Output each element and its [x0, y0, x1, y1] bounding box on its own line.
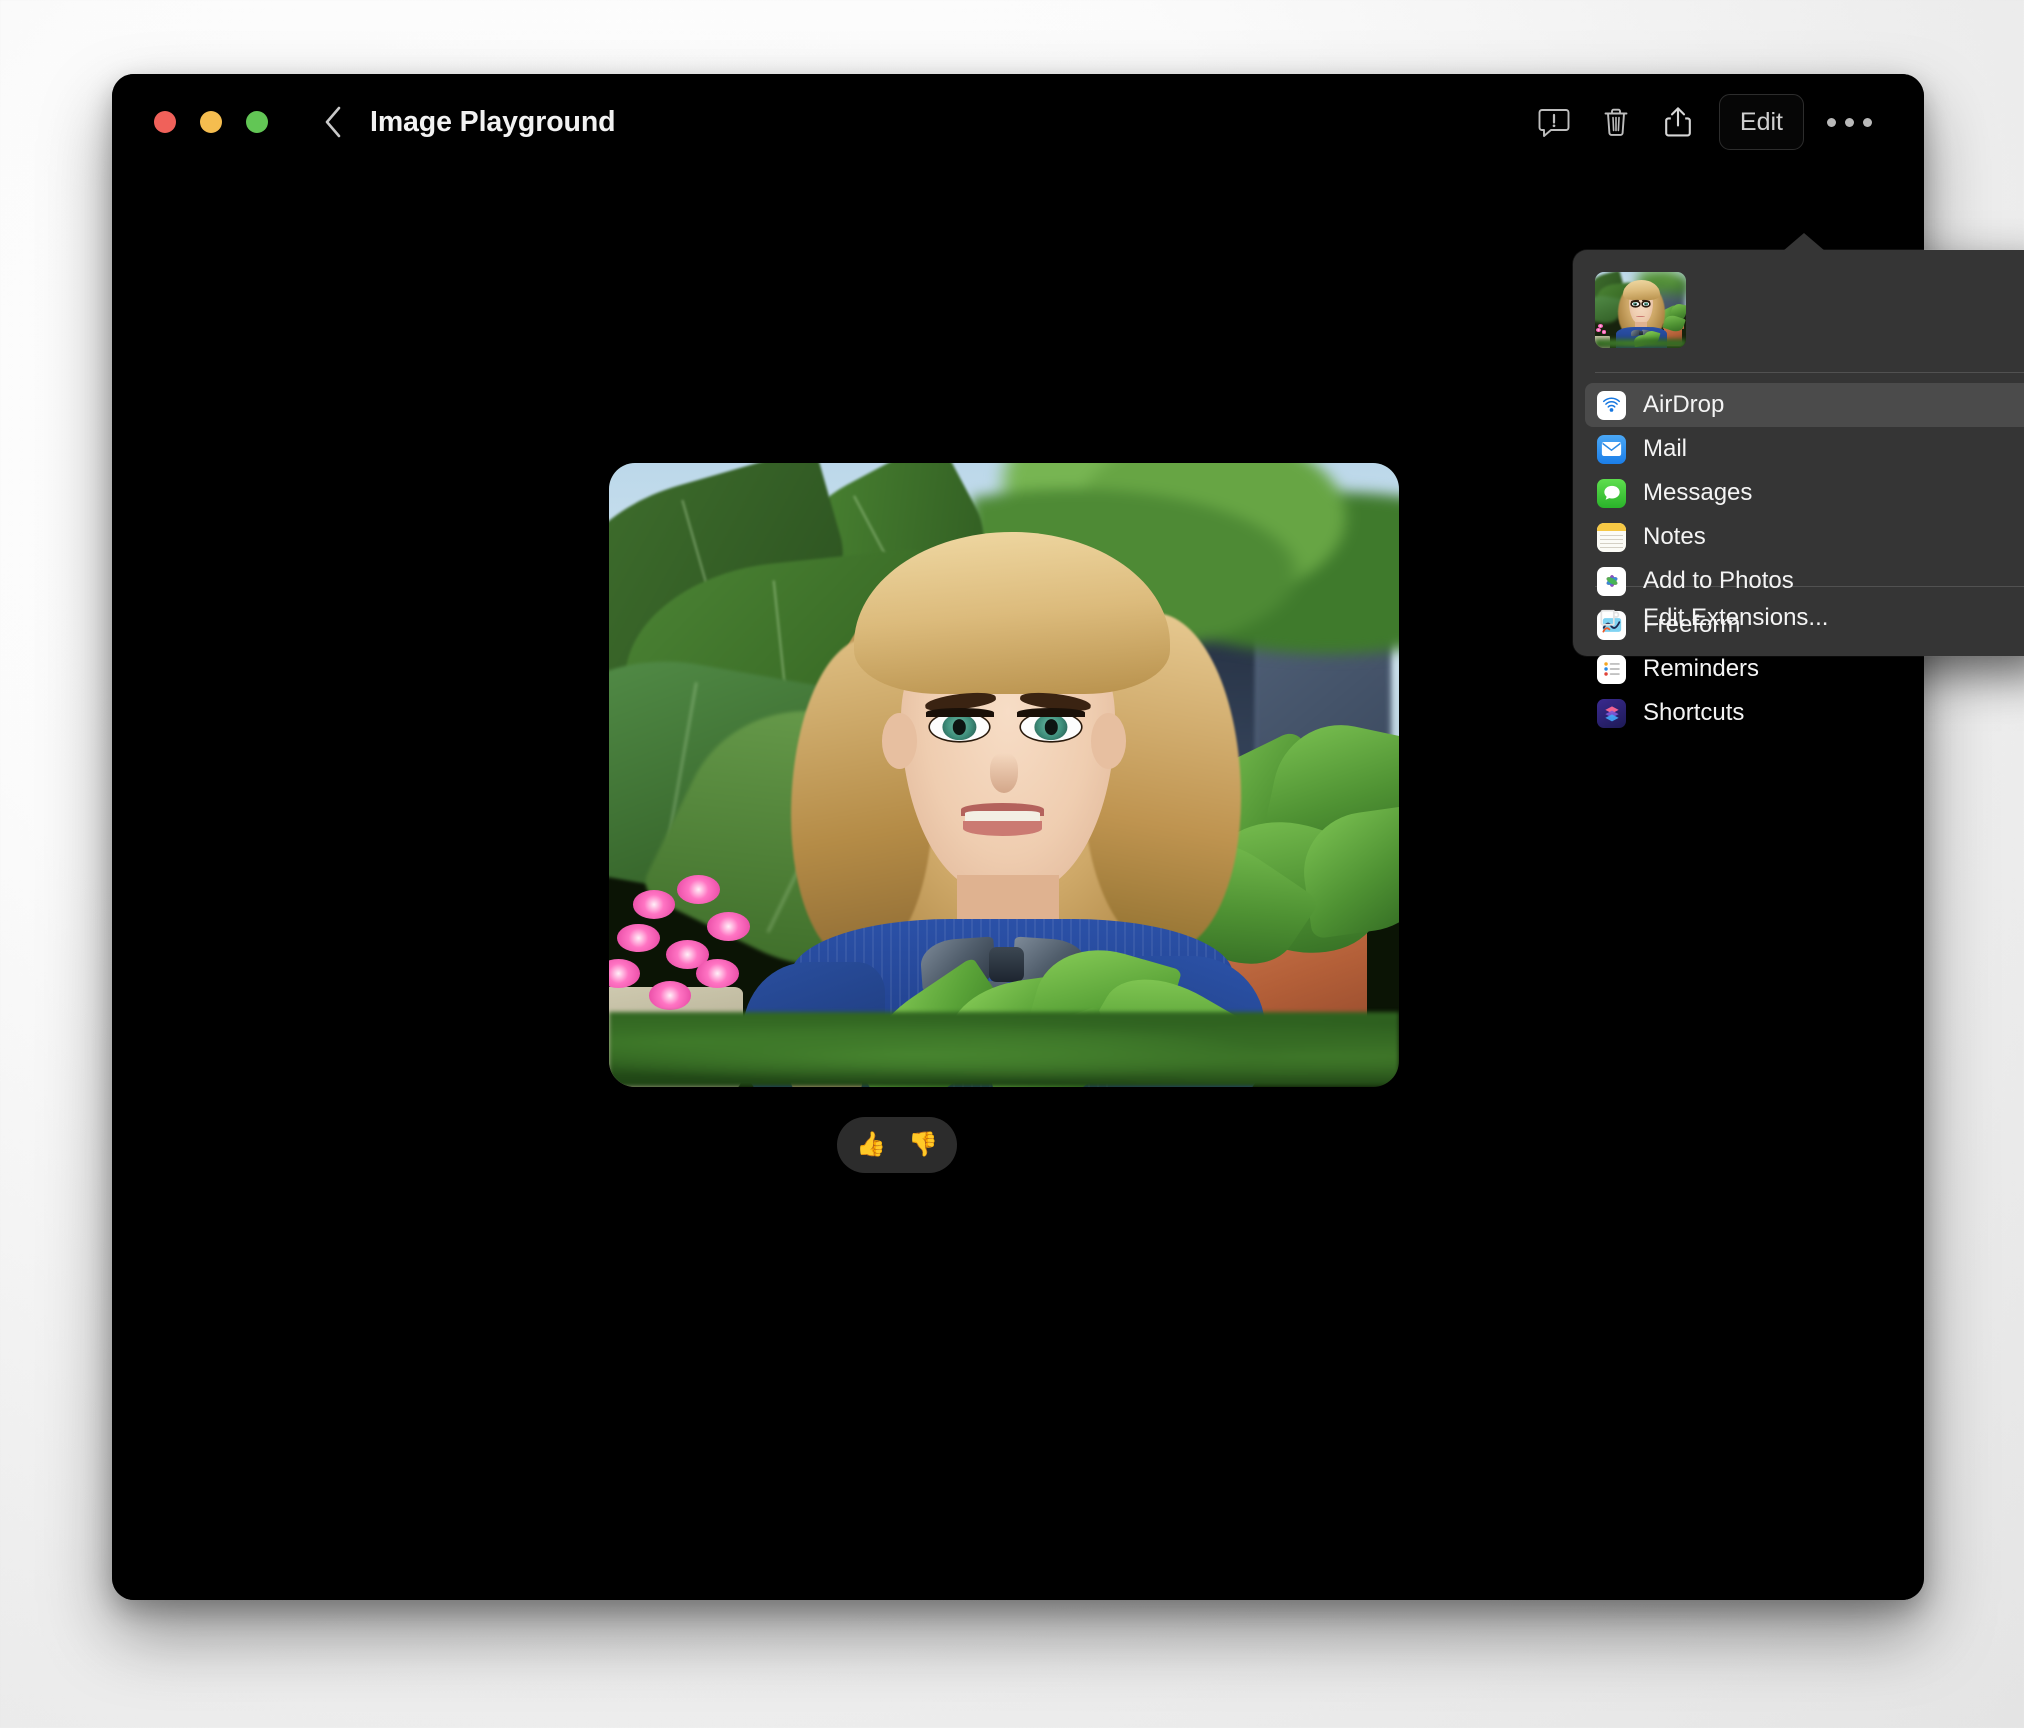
share-destination-list: AirDrop Mail Messages Notes Add to Photo… [1585, 383, 2024, 735]
share-icon [1665, 107, 1691, 137]
share-item-shortcuts[interactable]: Shortcuts [1585, 691, 2024, 735]
share-item-label: Notes [1643, 523, 1706, 550]
generated-artwork [609, 463, 1399, 1087]
report-concern-button[interactable] [1523, 94, 1585, 150]
share-item-label: Add to Photos [1643, 567, 1794, 594]
edit-button[interactable]: Edit [1718, 94, 1804, 150]
mail-icon [1597, 434, 1626, 464]
share-item-label: Shortcuts [1643, 699, 1745, 726]
popover-divider [1595, 372, 2024, 373]
titlebar: Image Playground Edit [112, 74, 1924, 170]
traffic-lights [154, 111, 268, 133]
share-item-label: AirDrop [1643, 391, 1725, 418]
thumbs-down-button[interactable]: 👎 [905, 1127, 941, 1163]
share-thumbnail-artwork [1595, 272, 1686, 348]
close-button[interactable] [154, 111, 176, 133]
share-button[interactable] [1647, 94, 1709, 150]
popover-tail [1783, 233, 1825, 251]
toolbar-actions: Edit [1523, 74, 1884, 170]
more-dot [1862, 117, 1872, 127]
generated-image[interactable] [609, 463, 1399, 1087]
extension-puzzle-icon [1597, 604, 1626, 633]
shortcuts-icon [1597, 698, 1626, 728]
photos-icon [1597, 566, 1626, 596]
share-item-airdrop[interactable]: AirDrop [1585, 383, 2024, 427]
share-thumbnail[interactable] [1595, 272, 1686, 348]
airdrop-icon [1597, 390, 1626, 420]
minimize-button[interactable] [200, 111, 222, 133]
share-item-label: Mail [1643, 435, 1688, 462]
share-item-notes[interactable]: Notes [1585, 515, 2024, 559]
more-dot [1826, 117, 1836, 127]
app-window: Image Playground Edit 👍 👎 AirDrop Mail M… [112, 74, 2024, 1600]
share-item-messages[interactable]: Messages [1585, 471, 2024, 515]
more-options-button[interactable] [1814, 94, 1884, 150]
thumbs-up-button[interactable]: 👍 [853, 1127, 889, 1163]
delete-button[interactable] [1585, 94, 1647, 150]
exclamation-bubble-icon [1538, 109, 1570, 137]
share-item-label: Reminders [1643, 655, 1760, 682]
more-dot [1844, 117, 1854, 127]
trash-icon [1604, 108, 1628, 136]
notes-icon [1597, 522, 1626, 552]
edit-extensions-button[interactable]: Edit Extensions... [1585, 596, 2024, 640]
share-popover: AirDrop Mail Messages Notes Add to Photo… [1573, 233, 2024, 728]
feedback-controls: 👍 👎 [837, 1117, 957, 1173]
reminders-icon [1597, 654, 1626, 684]
messages-icon [1597, 478, 1626, 508]
back-button[interactable] [316, 101, 350, 143]
popover-divider [1595, 586, 2024, 587]
share-item-label: Messages [1643, 479, 1753, 506]
share-item-reminders[interactable]: Reminders [1585, 647, 2024, 691]
share-thumbnail-wrapper [1595, 272, 1686, 348]
share-item-mail[interactable]: Mail [1585, 427, 2024, 471]
edit-extensions-label: Edit Extensions... [1643, 604, 1829, 631]
chevron-left-icon [325, 106, 341, 138]
maximize-button[interactable] [246, 111, 268, 133]
page-title: Image Playground [370, 105, 616, 138]
